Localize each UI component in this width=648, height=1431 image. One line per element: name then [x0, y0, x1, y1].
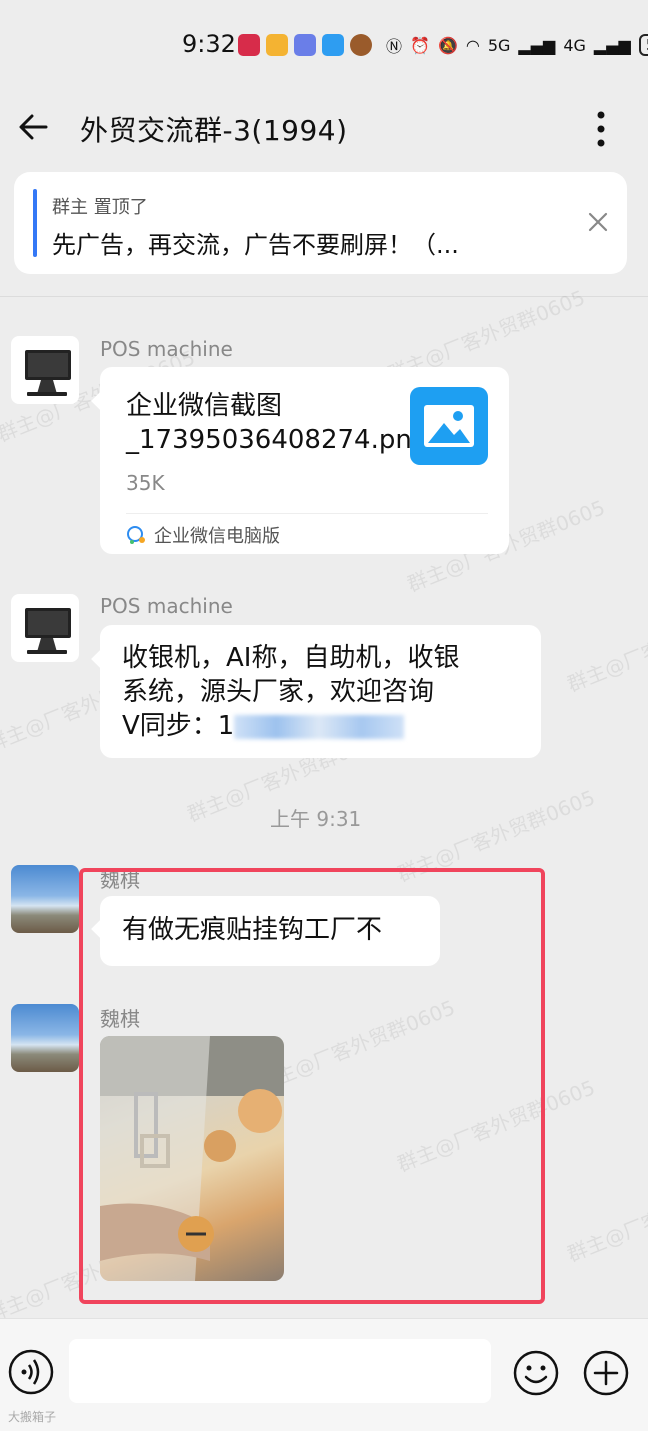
- message-line-contact: V同步：1: [122, 709, 459, 743]
- divider: [0, 296, 648, 297]
- close-icon[interactable]: [588, 212, 608, 232]
- sender-name: 魏棋: [100, 868, 140, 892]
- pos-terminal-icon: [25, 350, 71, 396]
- emoji-icon[interactable]: [512, 1349, 560, 1397]
- pinned-text: 先广告，再交流，广告不要刷屏！（...: [52, 231, 459, 259]
- sender-name: POS machine: [100, 594, 233, 618]
- divider: [126, 513, 488, 514]
- watermark: 群主@厂客外贸群0605: [393, 785, 599, 887]
- file-size: 35K: [126, 471, 165, 495]
- nfc-icon: Ⓝ: [386, 37, 403, 56]
- signal-icon: ▂▄▆: [593, 35, 631, 55]
- voice-input-icon[interactable]: [8, 1349, 54, 1395]
- avatar[interactable]: [11, 865, 79, 933]
- corner-watermark: 大搬箱子: [8, 1410, 57, 1424]
- chat-title: 外贸交流群-3(1994): [80, 114, 348, 147]
- message-text: 有做无痕贴挂钩工厂不: [122, 915, 383, 945]
- image-message[interactable]: [100, 1036, 284, 1281]
- signal-4g-label: 4G: [563, 35, 586, 55]
- notification-icons: [238, 34, 372, 56]
- message-line: 系统，源头厂家，欢迎咨询: [122, 677, 435, 707]
- pinned-accent-bar: [33, 189, 37, 257]
- message-line: V同步：1: [122, 711, 235, 741]
- avatar[interactable]: [11, 594, 79, 662]
- text-message-bubble[interactable]: 收银机，AI称，自助机，收银 系统，源头厂家，欢迎咨询 V同步：1: [100, 625, 541, 758]
- message-text: 收银机，AI称，自助机，收银 系统，源头厂家，欢迎咨询 V同步：1: [122, 641, 459, 743]
- blurred-contact: [234, 714, 405, 739]
- file-name: 企业微信截图_17395036408274.png: [126, 391, 429, 455]
- sender-name: POS machine: [100, 337, 233, 361]
- alarm-icon: ⏰: [410, 35, 430, 55]
- pinned-meta: 群主 置顶了: [52, 197, 148, 218]
- battery-icon: 51: [638, 34, 648, 56]
- photo-content: [100, 1036, 284, 1281]
- add-icon[interactable]: [582, 1349, 630, 1397]
- chat-header: 外贸交流群-3(1994): [0, 95, 648, 165]
- avatar[interactable]: [11, 336, 79, 404]
- signal-icon: ▂▄▆: [518, 35, 556, 55]
- message-input[interactable]: [69, 1339, 491, 1403]
- signal-5g-label: 5G: [487, 35, 511, 55]
- image-file-icon: [410, 387, 488, 465]
- text-message-bubble[interactable]: 有做无痕贴挂钩工厂不: [100, 896, 440, 966]
- watermark: 群主@厂客外贸群0605: [563, 1165, 648, 1267]
- watermark: 群主@厂客外贸群0605: [563, 595, 648, 697]
- sender-name: 魏棋: [100, 1007, 140, 1031]
- status-bar: 9:32 Ⓝ ⏰ 🔕 ◠ 5G ▂▄▆ 4G ▂▄▆ 51: [0, 0, 648, 95]
- file-message-bubble[interactable]: 企业微信截图_17395036408274.png 35K 企业微信电脑版: [100, 367, 509, 554]
- game-notification-icon: [350, 34, 372, 56]
- input-bar: [0, 1318, 648, 1431]
- wecom-icon: [127, 526, 145, 544]
- message-timestamp: 上午 9:31: [270, 807, 362, 831]
- app-notification-icon: [238, 34, 260, 56]
- file-source-label: 企业微信电脑版: [154, 526, 280, 547]
- more-options-icon[interactable]: [587, 109, 615, 149]
- pinned-message[interactable]: 群主 置顶了 先广告，再交流，广告不要刷屏！（...: [14, 172, 627, 274]
- mail-notification-icon: [266, 34, 288, 56]
- wifi-icon: ◠: [465, 35, 480, 55]
- system-icons: Ⓝ ⏰ 🔕 ◠ 5G ▂▄▆ 4G ▂▄▆ 51: [386, 33, 648, 57]
- avatar[interactable]: [11, 1004, 79, 1072]
- mute-icon: 🔕: [437, 35, 458, 55]
- file-source: 企业微信电脑版: [126, 522, 280, 548]
- weather-notification-icon: [322, 34, 344, 56]
- pos-terminal-icon: [25, 608, 71, 654]
- message-line: 收银机，AI称，自助机，收银: [122, 643, 460, 673]
- back-arrow-icon[interactable]: [16, 109, 52, 145]
- status-time: 9:32: [182, 30, 236, 58]
- watermark: 群主@厂客外贸群0605: [393, 1075, 599, 1177]
- app-notification-icon: [294, 34, 316, 56]
